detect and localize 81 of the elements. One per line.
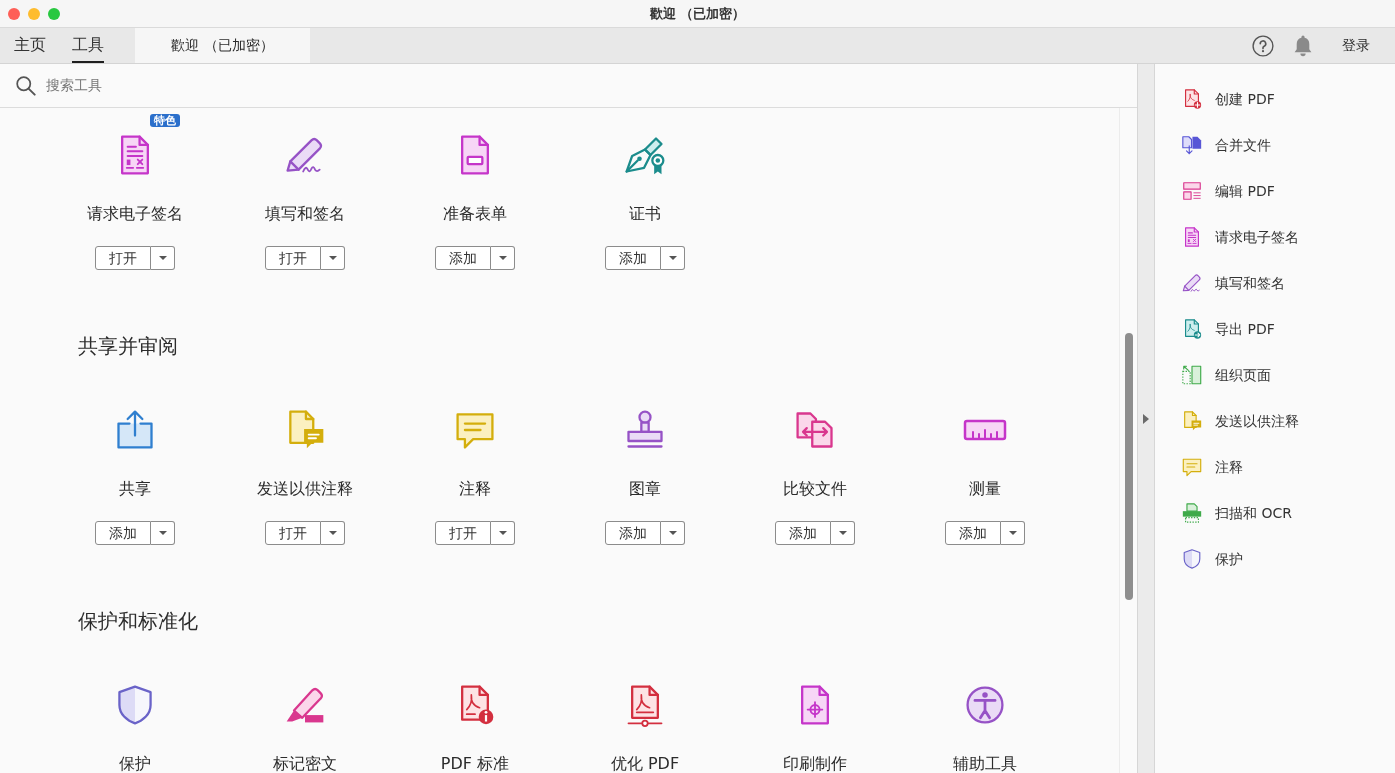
caret-icon [328, 256, 337, 260]
side-panel-item[interactable]: 扫描和 OCR [1155, 490, 1395, 536]
side-panel-item[interactable]: 创建 PDF [1155, 76, 1395, 122]
window-title: 歡迎 （已加密） [649, 4, 746, 23]
tool-label: 辅助工具 [953, 754, 1017, 773]
tool-label: 填写和签名 [265, 204, 345, 224]
scanner-icon [1181, 502, 1203, 524]
search-field[interactable]: 搜索工具 [46, 73, 366, 98]
pages-arrow-icon [1181, 364, 1203, 386]
tool-label: 图章 [629, 479, 661, 499]
document-comment-icon [1181, 410, 1203, 432]
tool-label: 优化 PDF [610, 754, 680, 773]
section-heading: 保护和标准化 [78, 608, 198, 635]
side-panel-item[interactable]: 合并文件 [1155, 122, 1395, 168]
caret-icon [838, 531, 847, 535]
tool-action-button[interactable]: 添加 [945, 521, 1001, 545]
tool-action-button[interactable]: 添加 [605, 521, 661, 545]
caret-icon [328, 531, 337, 535]
dropdown-button[interactable] [151, 246, 175, 270]
accessibility-icon[interactable] [963, 683, 1007, 727]
dropdown-button[interactable] [831, 521, 855, 545]
tool-label: 请求电子签名 [87, 204, 183, 224]
tool-label: 比较文件 [783, 479, 847, 499]
side-panel-item[interactable]: 保护 [1155, 536, 1395, 582]
tool-label: 发送以供注释 [257, 479, 353, 499]
document-tab[interactable]: 歡迎 （已加密） [135, 28, 310, 63]
caret-icon [668, 256, 677, 260]
page-layout-icon [1181, 180, 1203, 202]
scrollbar-thumb[interactable] [1124, 333, 1133, 600]
side-panel-item[interactable]: 发送以供注释 [1155, 398, 1395, 444]
caret-icon [498, 256, 507, 260]
notification-bell-icon[interactable] [1294, 34, 1312, 57]
dropdown-button[interactable] [321, 521, 345, 545]
caret-icon [498, 531, 507, 535]
tool-label: 标记密文 [273, 754, 337, 773]
dropdown-button[interactable] [661, 521, 685, 545]
caret-icon [158, 256, 167, 260]
documents-down-arrow-icon [1181, 134, 1203, 156]
tool-label: 印刷制作 [783, 754, 847, 773]
dropdown-button[interactable] [491, 246, 515, 270]
search-icon [15, 75, 36, 96]
caret-icon [1008, 531, 1017, 535]
dropdown-button[interactable] [491, 521, 515, 545]
side-panel-item[interactable]: 导出 PDF [1155, 306, 1395, 352]
caret-icon [158, 531, 167, 535]
pen-signature-icon [1181, 272, 1203, 294]
tool-label: 准备表单 [443, 204, 507, 224]
dropdown-button[interactable] [661, 246, 685, 270]
ruler-icon[interactable] [963, 419, 1007, 441]
side-panel-item[interactable]: 编辑 PDF [1155, 168, 1395, 214]
tool-label: 保护 [119, 754, 151, 773]
tool-label: 注释 [459, 479, 491, 499]
side-panel-item[interactable]: 填写和签名 [1155, 260, 1395, 306]
caret-icon[interactable] [1143, 413, 1149, 424]
sign-in-button[interactable]: 登录 [1342, 35, 1370, 56]
featured-badge: 特色 [150, 114, 180, 127]
tool-action-button[interactable]: 打开 [265, 521, 321, 545]
tool-action-button[interactable]: 打开 [265, 246, 321, 270]
tool-action-button[interactable]: 打开 [95, 246, 151, 270]
tool-label: 证书 [629, 204, 661, 224]
dropdown-button[interactable] [321, 246, 345, 270]
tool-label: 共享 [119, 479, 151, 499]
tool-action-button[interactable]: 添加 [95, 521, 151, 545]
close-window-icon[interactable] [8, 7, 20, 20]
comment-icon [1181, 456, 1203, 478]
help-icon[interactable] [1252, 34, 1274, 57]
nav-tab[interactable]: 主页 [14, 28, 46, 63]
tool-label: 测量 [969, 479, 1001, 499]
section-heading: 共享并审阅 [78, 333, 178, 360]
side-panel-item[interactable]: 请求电子签名 [1155, 214, 1395, 260]
caret-icon [668, 531, 677, 535]
tool-action-button[interactable]: 添加 [605, 246, 661, 270]
side-panel-item[interactable]: 注释 [1155, 444, 1395, 490]
dropdown-button[interactable] [151, 521, 175, 545]
tool-action-button[interactable]: 打开 [435, 521, 491, 545]
dropdown-button[interactable] [1001, 521, 1025, 545]
tool-label: PDF 标准 [440, 754, 510, 773]
tool-action-button[interactable]: 添加 [775, 521, 831, 545]
side-panel-item[interactable]: 组织页面 [1155, 352, 1395, 398]
shield-icon [1181, 548, 1203, 570]
tool-action-button[interactable]: 添加 [435, 246, 491, 270]
